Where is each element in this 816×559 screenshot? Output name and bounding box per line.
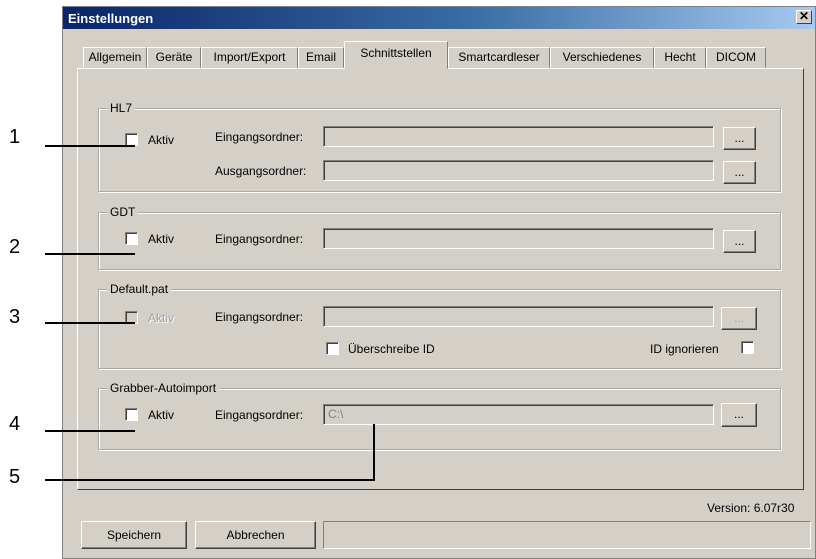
cancel-button[interactable]: Abbrechen [195, 521, 316, 549]
callout-3: 3 [9, 306, 21, 328]
callout-5: 5 [9, 466, 21, 488]
default-pat-input-field[interactable] [323, 306, 714, 327]
callout-1-line [45, 145, 135, 147]
callout-5-vline [373, 424, 375, 481]
tab-verschiedenes[interactable]: Verschiedenes [550, 47, 654, 68]
save-button[interactable]: Speichern [81, 521, 187, 549]
grabber-input-browse-button[interactable]: ... [721, 403, 757, 427]
gdt-aktiv-label: Aktiv [148, 232, 175, 246]
hl7-output-browse-button[interactable]: ... [723, 161, 756, 184]
overwrite-id-checkbox[interactable] [326, 342, 339, 355]
hl7-input-label: Eingangsordner: [215, 130, 304, 144]
callout-2-line [45, 253, 135, 255]
callout-4-line [45, 430, 135, 432]
ignore-id-label: ID ignorieren [650, 342, 719, 356]
tab-smartcardleser[interactable]: Smartcardleser [448, 47, 550, 68]
hl7-input-browse-button[interactable]: ... [723, 127, 756, 150]
grabber-input-field[interactable]: C:\ [323, 404, 714, 425]
close-button[interactable]: ✕ [796, 10, 812, 24]
group-default-pat: Default.pat [98, 282, 781, 369]
tab-allgemein[interactable]: Allgemein [83, 47, 147, 68]
title-bar: Einstellungen ✕ [63, 7, 815, 29]
callout-1: 1 [9, 126, 21, 148]
default-pat-aktiv-label: Aktiv [148, 311, 175, 325]
version-label: Version: 6.07r30 [707, 501, 795, 515]
grabber-aktiv-label: Aktiv [148, 408, 175, 422]
grabber-input-label: Eingangsordner: [215, 408, 304, 422]
ignore-id-checkbox[interactable] [741, 341, 754, 354]
tab-hecht[interactable]: Hecht [654, 47, 706, 68]
gdt-input-field[interactable] [323, 228, 714, 249]
status-bar [323, 521, 811, 549]
tab-geraete[interactable]: Geräte [147, 47, 201, 68]
group-hl7-title: HL7 [107, 101, 136, 115]
window-title: Einstellungen [68, 11, 154, 26]
group-default-pat-title: Default.pat [107, 282, 172, 296]
gdt-input-browse-button[interactable]: ... [723, 230, 756, 253]
default-pat-input-label: Eingangsordner: [215, 310, 304, 324]
hl7-output-label: Ausgangsordner: [215, 164, 307, 178]
hl7-input-field[interactable] [323, 126, 714, 147]
tab-import-export[interactable]: Import/Export [201, 47, 298, 68]
default-pat-input-browse-button[interactable]: ... [721, 307, 757, 330]
tab-dicom[interactable]: DICOM [706, 47, 766, 68]
gdt-aktiv-checkbox[interactable] [125, 232, 138, 245]
tab-email[interactable]: Email [298, 47, 344, 68]
tab-schnittstellen[interactable]: Schnittstellen [344, 41, 448, 69]
close-icon: ✕ [798, 9, 810, 23]
callout-5-line [45, 479, 375, 481]
overwrite-id-label: Überschreibe ID [348, 342, 435, 356]
gdt-input-label: Eingangsordner: [215, 232, 304, 246]
callout-3-line [45, 322, 135, 324]
callout-4: 4 [9, 413, 21, 435]
grabber-aktiv-checkbox[interactable] [125, 408, 138, 421]
hl7-aktiv-label: Aktiv [148, 133, 175, 147]
hl7-output-field[interactable] [323, 160, 714, 181]
group-gdt-title: GDT [107, 205, 139, 219]
group-grabber-title: Grabber-Autoimport [107, 381, 220, 395]
callout-2: 2 [9, 236, 21, 258]
